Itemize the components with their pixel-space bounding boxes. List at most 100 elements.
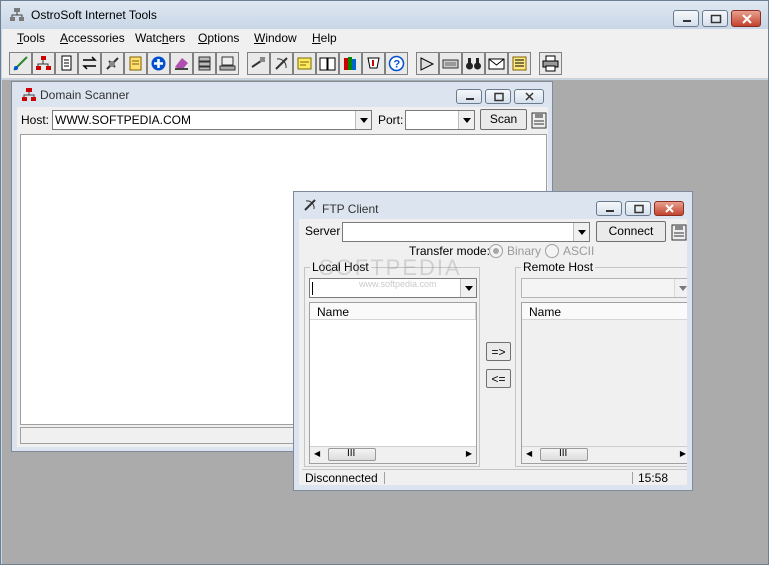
svg-text:?: ? xyxy=(394,59,401,71)
remote-file-list[interactable]: Name ◀ III ▶ xyxy=(521,302,687,464)
tb-ping-button[interactable] xyxy=(9,52,32,75)
tb-book-button[interactable] xyxy=(316,52,339,75)
tb-add-button[interactable] xyxy=(147,52,170,75)
ftp-satellite-icon xyxy=(275,57,288,70)
local-name-column-header[interactable]: Name xyxy=(310,303,476,320)
books-icon xyxy=(344,57,356,70)
ascii-radio[interactable] xyxy=(545,244,559,258)
remote-dir-combobox[interactable] xyxy=(521,278,687,298)
tb-eraser-button[interactable] xyxy=(170,52,193,75)
main-title-bar[interactable]: OstroSoft Internet Tools xyxy=(1,1,768,29)
satellite-icon xyxy=(106,57,119,70)
ftp-satellite-icon xyxy=(304,199,316,211)
scroll-left-icon[interactable]: ◀ xyxy=(314,449,320,458)
minimize-button[interactable] xyxy=(673,10,699,27)
ftp-restore-button[interactable] xyxy=(625,201,651,216)
scroll-thumb[interactable]: III xyxy=(328,448,376,461)
arrows-icon xyxy=(82,56,97,70)
connect-button[interactable]: Connect xyxy=(596,221,666,242)
tb-ftp-button[interactable] xyxy=(270,52,293,75)
close-button[interactable] xyxy=(731,10,761,27)
menu-help[interactable]: Help xyxy=(310,31,339,45)
tb-mail-button[interactable] xyxy=(485,52,508,75)
chevron-down-icon[interactable] xyxy=(355,111,371,129)
tb-archive-button[interactable] xyxy=(339,52,362,75)
menu-bar: Tools Accessories Watchers Options Windo… xyxy=(2,29,768,49)
menu-window[interactable]: Window xyxy=(252,31,299,45)
binary-radio[interactable] xyxy=(489,244,503,258)
radio-dot xyxy=(493,248,499,254)
tb-connect-button[interactable] xyxy=(247,52,270,75)
close-icon xyxy=(742,14,752,24)
chevron-down-icon[interactable] xyxy=(674,279,687,297)
ds-restore-button[interactable] xyxy=(485,89,511,104)
restore-icon xyxy=(494,92,504,102)
tb-binoculars-button[interactable] xyxy=(462,52,485,75)
ftp-client-title-bar[interactable]: FTP Client xyxy=(294,192,692,216)
tb-printer-button[interactable] xyxy=(216,52,239,75)
remote-name-column-header[interactable]: Name xyxy=(522,303,687,320)
upload-button[interactable]: => xyxy=(486,342,511,361)
connection-status: Disconnected xyxy=(305,471,378,485)
menu-tools[interactable]: Tools xyxy=(15,31,47,45)
tb-memo-button[interactable] xyxy=(293,52,316,75)
scroll-thumb-grip: III xyxy=(559,448,568,459)
remote-horizontal-scrollbar[interactable]: ◀ III ▶ xyxy=(522,446,687,463)
keyboard-icon xyxy=(442,59,459,69)
minimize-icon xyxy=(466,98,474,100)
menu-accessories[interactable]: Accessories xyxy=(58,31,127,45)
binoculars-icon xyxy=(466,58,481,70)
restore-button[interactable] xyxy=(702,10,728,27)
ascii-label: ASCII xyxy=(563,244,595,258)
ftp-client-body: Server Connect Transfer mode: Binary ASC… xyxy=(299,219,687,485)
scroll-right-icon[interactable]: ▶ xyxy=(466,449,472,458)
tb-notes-button[interactable] xyxy=(124,52,147,75)
tb-transfer-button[interactable] xyxy=(78,52,101,75)
ds-minimize-button[interactable] xyxy=(456,89,482,104)
menu-options[interactable]: Options xyxy=(196,31,241,45)
tb-list-button[interactable] xyxy=(508,52,531,75)
minimize-icon xyxy=(606,210,614,212)
tb-print-button[interactable] xyxy=(539,52,562,75)
ftp-minimize-button[interactable] xyxy=(596,201,622,216)
domain-scanner-title-bar[interactable]: Domain Scanner xyxy=(12,82,552,106)
server-combobox[interactable] xyxy=(342,222,590,242)
download-button[interactable]: <= xyxy=(486,369,511,388)
tb-document-button[interactable] xyxy=(55,52,78,75)
local-file-list[interactable]: Name ◀ III ▶ xyxy=(309,302,477,464)
tb-help-button[interactable]: ? xyxy=(385,52,408,75)
local-host-group: Local Host Name ◀ III ▶ xyxy=(304,260,480,467)
restore-icon xyxy=(710,14,722,24)
port-combobox[interactable] xyxy=(405,110,475,130)
eraser-icon xyxy=(175,58,188,70)
save-results-icon[interactable] xyxy=(531,111,547,129)
scroll-left-icon[interactable]: ◀ xyxy=(526,449,532,458)
main-window: OstroSoft Internet Tools Tools Accessori… xyxy=(0,0,769,565)
tb-keyboard-button[interactable] xyxy=(439,52,462,75)
ftp-close-button[interactable] xyxy=(654,201,684,216)
host-combobox[interactable]: WWW.SOFTPEDIA.COM xyxy=(52,110,372,130)
chevron-down-icon[interactable] xyxy=(460,279,476,297)
softpedia-watermark: SOFTPEDIA xyxy=(319,255,462,280)
scan-button[interactable]: Scan xyxy=(480,109,527,130)
document-icon xyxy=(61,55,72,71)
menu-watchers[interactable]: Watchers xyxy=(133,31,187,45)
ds-close-button[interactable] xyxy=(514,89,544,104)
notes-icon xyxy=(129,56,142,71)
scroll-right-icon[interactable]: ▶ xyxy=(680,449,686,458)
tb-tools-button[interactable] xyxy=(362,52,385,75)
close-icon xyxy=(665,204,674,213)
tb-trace-button[interactable] xyxy=(32,52,55,75)
chevron-down-icon[interactable] xyxy=(573,223,589,241)
tb-server-button[interactable] xyxy=(193,52,216,75)
port-label: Port: xyxy=(378,113,404,127)
scroll-thumb[interactable]: III xyxy=(540,448,588,461)
tb-telnet-button[interactable] xyxy=(416,52,439,75)
softpedia-watermark-url: www.softpedia.com xyxy=(359,279,437,289)
toolbar: ? xyxy=(2,49,768,79)
remote-host-group: Remote Host Name ◀ III ▶ xyxy=(515,260,687,467)
chevron-down-icon[interactable] xyxy=(458,111,474,129)
local-horizontal-scrollbar[interactable]: ◀ III ▶ xyxy=(310,446,476,463)
save-log-icon[interactable] xyxy=(671,223,687,241)
tb-satellite-button[interactable] xyxy=(101,52,124,75)
